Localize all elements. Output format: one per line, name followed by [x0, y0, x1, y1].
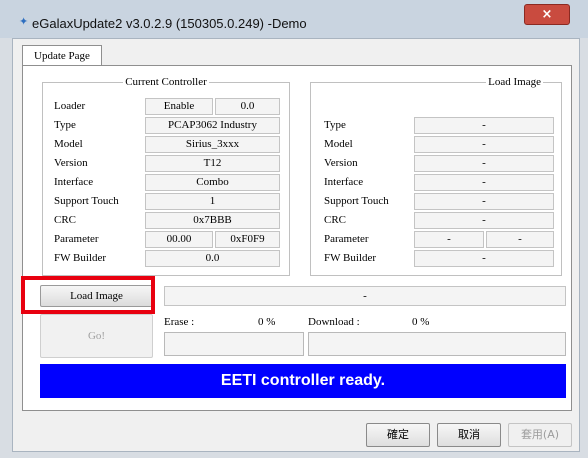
image-model-value: - [414, 136, 554, 153]
image-interface-label: Interface [324, 176, 364, 188]
download-label: Download : [308, 316, 360, 328]
interface-value: Combo [145, 174, 280, 191]
image-support-touch-label: Support Touch [324, 195, 389, 207]
cancel-button[interactable]: 取消 [437, 423, 501, 447]
window-title: eGalaxUpdate2 v3.0.2.9 (150305.0.249) -D… [32, 16, 307, 31]
loader-label: Loader [54, 100, 86, 112]
erase-label: Erase : [164, 316, 195, 328]
image-type-value: - [414, 117, 554, 134]
crc-label: CRC [54, 214, 77, 226]
image-path-field: - [164, 286, 566, 306]
fw-builder-label: FW Builder [54, 252, 107, 264]
apply-button[interactable]: 套用(A) [508, 423, 572, 447]
go-button[interactable]: Go! [40, 314, 153, 358]
support-touch-value: 1 [145, 193, 280, 210]
erase-progress-bar [164, 332, 304, 356]
fw-builder-value: 0.0 [145, 250, 280, 267]
version-value: T12 [145, 155, 280, 172]
tab-update-page[interactable]: Update Page [22, 45, 102, 66]
model-label: Model [54, 138, 83, 150]
image-parameter-checksum-value: - [486, 231, 554, 248]
version-label: Version [54, 157, 88, 169]
image-parameter-label: Parameter [324, 233, 369, 245]
image-model-label: Model [324, 138, 353, 150]
image-type-label: Type [324, 119, 346, 131]
image-version-value: - [414, 155, 554, 172]
image-fw-builder-value: - [414, 250, 554, 267]
image-parameter-value: - [414, 231, 484, 248]
parameter-label: Parameter [54, 233, 99, 245]
image-interface-value: - [414, 174, 554, 191]
loader-version-value: 0.0 [215, 98, 280, 115]
title-bar: ✦ eGalaxUpdate2 v3.0.2.9 (150305.0.249) … [0, 0, 588, 38]
interface-label: Interface [54, 176, 94, 188]
image-fw-builder-label: FW Builder [324, 252, 377, 264]
highlight-box [21, 276, 155, 314]
download-percent: 0 % [412, 316, 430, 328]
current-controller-legend: Current Controller [125, 76, 207, 88]
support-touch-label: Support Touch [54, 195, 119, 207]
type-label: Type [54, 119, 76, 131]
parameter-value: 00.00 [145, 231, 213, 248]
model-value: Sirius_3xxx [145, 136, 280, 153]
crc-value: 0x7BBB [145, 212, 280, 229]
app-icon: ✦ [19, 15, 29, 28]
parameter-checksum-value: 0xF0F9 [215, 231, 280, 248]
download-progress-bar [308, 332, 566, 356]
image-support-touch-value: - [414, 193, 554, 210]
status-message: EETI controller ready. [40, 364, 566, 398]
ok-button[interactable]: 確定 [366, 423, 430, 447]
load-image-legend: Load Image [488, 76, 541, 88]
loader-value: Enable [145, 98, 213, 115]
image-crc-label: CRC [324, 214, 347, 226]
image-version-label: Version [324, 157, 358, 169]
type-value: PCAP3062 Industry [145, 117, 280, 134]
erase-percent: 0 % [258, 316, 276, 328]
image-crc-value: - [414, 212, 554, 229]
close-button[interactable]: × [524, 4, 570, 25]
